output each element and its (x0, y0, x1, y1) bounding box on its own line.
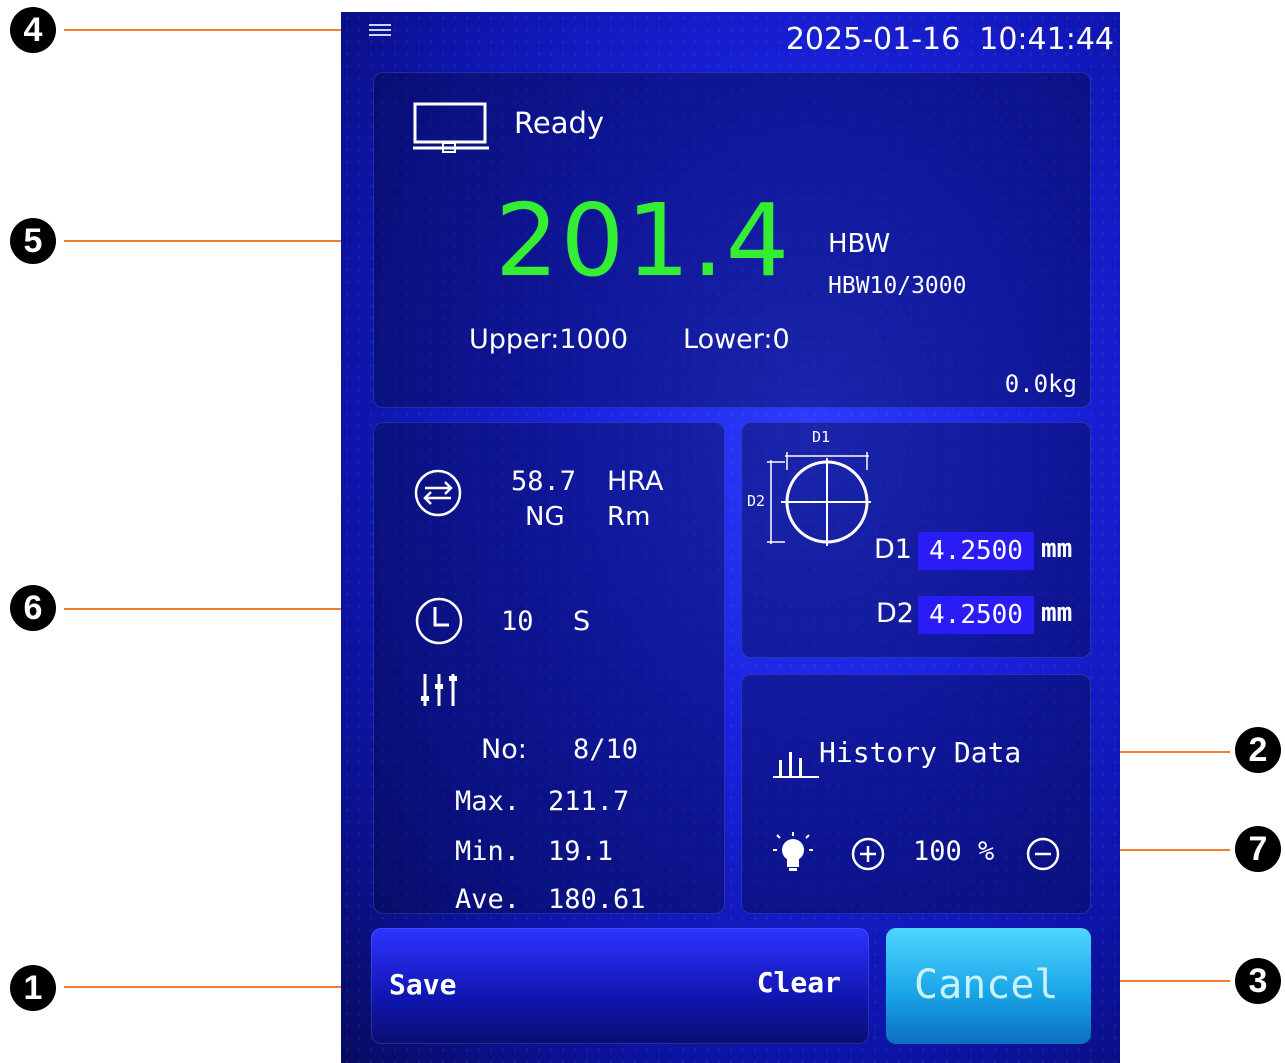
stats-no-value: 8/10 (573, 734, 639, 765)
history-data-button[interactable]: History Data (773, 734, 1033, 784)
stats-ave-label: Ave. (455, 884, 521, 915)
callout-line-1 (64, 986, 374, 988)
lower-limit: Lower:0 (683, 324, 790, 355)
d2-label: D2 (876, 598, 914, 629)
cancel-button-label: Cancel (914, 962, 1059, 1008)
brightness-value: 100 % (913, 836, 995, 867)
history-panel: History Data 100 % (741, 674, 1091, 914)
hardness-scale: HBW10/3000 (828, 273, 967, 299)
minus-circle-icon (1026, 837, 1060, 875)
callout-3: 3 (1235, 958, 1281, 1004)
diagram-d1-label: D1 (812, 428, 831, 446)
conversion-result: NG (525, 502, 565, 532)
d1-label: D1 (874, 534, 912, 565)
d2-unit: mm (1041, 598, 1073, 628)
status-label: Ready (514, 106, 605, 140)
force-readout: 0.0kg (1004, 370, 1077, 398)
datetime: 2025-01-16 10:41:44 (785, 22, 1114, 57)
dwell-time-value: 10 (501, 606, 534, 637)
brightness-up-button[interactable] (851, 837, 885, 875)
d2-value-field[interactable]: 4.2500 (918, 596, 1034, 634)
bar-chart-icon (773, 746, 819, 782)
statistics-icon (419, 672, 459, 714)
monitor-icon (413, 102, 489, 158)
swap-icon (413, 469, 463, 522)
d1-value-field[interactable]: 4.2500 (918, 532, 1034, 570)
cancel-button[interactable]: Cancel (886, 928, 1091, 1044)
stats-ave-value: 180.61 (548, 884, 646, 915)
hardness-reading: 201.4 (495, 182, 792, 299)
clock-icon (413, 597, 465, 650)
hardness-unit: HBW (828, 229, 891, 259)
menu-button[interactable] (369, 22, 395, 42)
conversion-type: Rm (607, 502, 651, 532)
diagram-d2-label: D2 (747, 492, 766, 510)
callout-5: 5 (10, 218, 56, 264)
clear-button[interactable]: Clear (757, 966, 841, 999)
measurement-panel: D1 D2 D1 4.2500 mm D2 4.2500 mm (741, 422, 1091, 658)
dwell-time-unit: S (573, 606, 591, 637)
device-screen: 2025-01-16 10:41:44 Ready 201.4 HBW HBW1… (341, 12, 1120, 1063)
callout-line-4 (64, 29, 364, 31)
callout-6: 6 (10, 585, 56, 631)
stats-max-label: Max. (455, 786, 521, 817)
stats-no-label: No: (481, 734, 527, 765)
callout-2: 2 (1235, 727, 1281, 773)
callout-1: 1 (10, 965, 56, 1011)
d1-unit: mm (1041, 534, 1073, 564)
upper-limit: Upper:1000 (469, 324, 629, 355)
light-bulb-icon (773, 832, 813, 878)
conversion-unit: HRA (607, 466, 664, 497)
status-panel: Ready 201.4 HBW HBW10/3000 Upper:1000 Lo… (373, 72, 1091, 408)
save-clear-bar: Save Clear (371, 928, 869, 1044)
brightness-down-button[interactable] (1026, 837, 1060, 875)
save-button[interactable]: Save (389, 968, 456, 1001)
history-data-label: History Data (819, 736, 1022, 769)
plus-circle-icon (851, 837, 885, 875)
dwell-time-button[interactable] (413, 596, 465, 650)
stats-max-value: 211.7 (548, 786, 630, 817)
stats-min-label: Min. (455, 836, 521, 867)
info-panel: 58.7 HRA NG Rm 10 S No: 8/10 Max. 211.7 … (373, 422, 725, 915)
callout-4: 4 (10, 7, 56, 53)
conversion-value: 58.7 (511, 466, 577, 497)
hamburger-menu-icon (369, 23, 391, 42)
stats-min-value: 19.1 (548, 836, 614, 867)
callout-7: 7 (1235, 826, 1281, 872)
conversion-button[interactable] (413, 468, 463, 522)
